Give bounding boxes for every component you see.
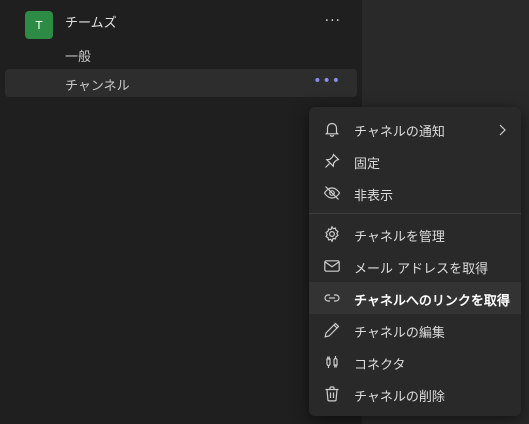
team-more-options-button[interactable]: ···	[325, 13, 341, 29]
menu-item-pin[interactable]: 固定	[309, 145, 521, 177]
menu-item-connectors[interactable]: コネクタ	[309, 346, 521, 378]
team-row[interactable]: T チームズ ···	[5, 6, 357, 39]
eye-off-icon	[323, 184, 341, 202]
menu-item-edit-channel[interactable]: チャネルの編集	[309, 314, 521, 346]
link-icon	[323, 289, 341, 307]
menu-item-label: チャネルへのリンクを取得	[354, 294, 510, 309]
menu-item-label: 非表示	[354, 189, 394, 204]
menu-item-hide[interactable]: 非表示	[309, 177, 521, 209]
channel-context-menu: チャネルの通知 固定 非表示 チャネルを管理 メール アドレスを取得 チャネルへ…	[309, 107, 521, 416]
chevron-right-icon	[497, 122, 507, 136]
channel-item-general[interactable]: 一般	[5, 40, 357, 68]
menu-item-label: メール アドレスを取得	[354, 262, 489, 277]
channel-label: 一般	[65, 50, 92, 65]
connector-icon	[323, 353, 341, 371]
pin-icon	[323, 152, 341, 170]
trash-icon	[323, 385, 341, 403]
pencil-icon	[323, 321, 341, 339]
mail-icon	[323, 257, 341, 275]
menu-item-label: チャネルの編集	[354, 326, 445, 341]
channel-list-pane: T チームズ ··· 一般 チャンネル •••	[0, 0, 362, 424]
menu-item-label: 固定	[354, 157, 381, 172]
menu-item-label: チャネルの削除	[354, 390, 445, 405]
menu-divider	[309, 213, 521, 214]
menu-item-get-link[interactable]: チャネルへのリンクを取得	[309, 282, 521, 314]
menu-item-delete-channel[interactable]: チャネルの削除	[309, 378, 521, 410]
menu-item-get-email[interactable]: メール アドレスを取得	[309, 250, 521, 282]
menu-item-label: チャネルの通知	[354, 125, 445, 140]
menu-item-label: コネクタ	[354, 358, 406, 373]
team-avatar: T	[25, 11, 53, 39]
menu-item-label: チャネルを管理	[354, 230, 445, 245]
menu-item-manage-channel[interactable]: チャネルを管理	[309, 218, 521, 250]
bell-icon	[323, 120, 341, 138]
channel-label: チャンネル	[65, 79, 130, 94]
team-name: チームズ	[65, 16, 117, 31]
teams-window: T チームズ ··· 一般 チャンネル ••• チャネルの通知 固定 非表示 チ…	[0, 0, 529, 424]
menu-item-channel-notifications[interactable]: チャネルの通知	[309, 113, 521, 145]
gear-icon	[323, 225, 341, 243]
channel-item-channel[interactable]: チャンネル •••	[5, 69, 357, 97]
channel-more-options-button[interactable]: •••	[313, 73, 341, 89]
